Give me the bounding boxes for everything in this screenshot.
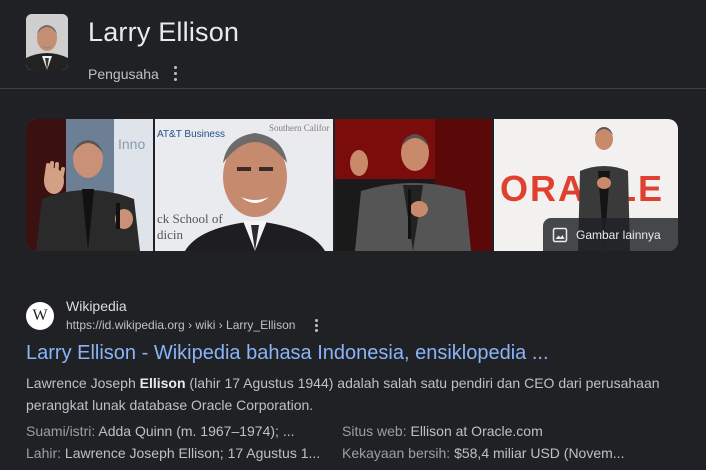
fact-net-worth: Kekayaan bersih: $58,4 miliar USD (Novem… <box>342 445 625 461</box>
snippet-highlight: Ellison <box>139 375 186 391</box>
image-tile-1[interactable]: Inno <box>26 119 153 251</box>
image-icon <box>552 227 568 242</box>
result-more-icon[interactable] <box>310 316 322 334</box>
more-images-button[interactable]: Gambar lainnya <box>543 218 678 251</box>
image-strip: Inno AT&T Business Southern Califor ck S… <box>26 119 678 251</box>
result-title-link[interactable]: Larry Ellison - Wikipedia bahasa Indones… <box>26 342 549 365</box>
tile2-south: Southern Califor <box>269 123 329 133</box>
fact-website-value[interactable]: Ellison at Oracle.com <box>410 423 542 439</box>
wikipedia-icon[interactable]: W <box>26 302 54 330</box>
avatar[interactable] <box>26 14 68 70</box>
entity-title: Larry Ellison <box>88 17 240 47</box>
fact-spouse-value[interactable]: Adda Quinn (m. 1967–1974); ... <box>98 423 294 439</box>
tile2-school: ck School of <box>157 211 223 226</box>
result-site-name[interactable]: Wikipedia <box>66 298 127 314</box>
knowledge-panel: Larry Ellison Pengusaha Inno AT&T Busine… <box>0 0 706 470</box>
fact-net-worth-value[interactable]: $58,4 miliar USD (Novem... <box>454 445 624 461</box>
entity-subtitle: Pengusaha <box>88 66 159 82</box>
fact-website: Situs web: Ellison at Oracle.com <box>342 423 543 439</box>
fact-spouse: Suami/istri: Adda Quinn (m. 1967–1974); … <box>26 423 295 439</box>
fact-born: Lahir: Lawrence Joseph Ellison; 17 Agust… <box>26 445 321 461</box>
image-tile-2[interactable]: AT&T Business Southern Califor ck School… <box>155 119 333 251</box>
more-images-label: Gambar lainnya <box>576 227 661 242</box>
fact-born-value[interactable]: Lawrence Joseph Ellison; 17 Agustus 1... <box>65 445 320 461</box>
entity-header: Larry Ellison Pengusaha <box>26 14 686 82</box>
result-url[interactable]: https://id.wikipedia.org › wiki › Larry_… <box>66 318 295 332</box>
image-tile-3[interactable] <box>335 119 492 251</box>
divider <box>0 88 706 89</box>
image-tile-4[interactable]: ORACLE Gambar lainnya <box>494 119 678 251</box>
result-snippet: Lawrence Joseph Ellison (lahir 17 Agustu… <box>26 375 660 413</box>
tile2-att: AT&T Business <box>157 129 225 140</box>
tile1-text: Inno <box>118 136 145 152</box>
more-vert-icon[interactable] <box>168 62 182 84</box>
tile2-medicine: dicin <box>157 227 183 242</box>
